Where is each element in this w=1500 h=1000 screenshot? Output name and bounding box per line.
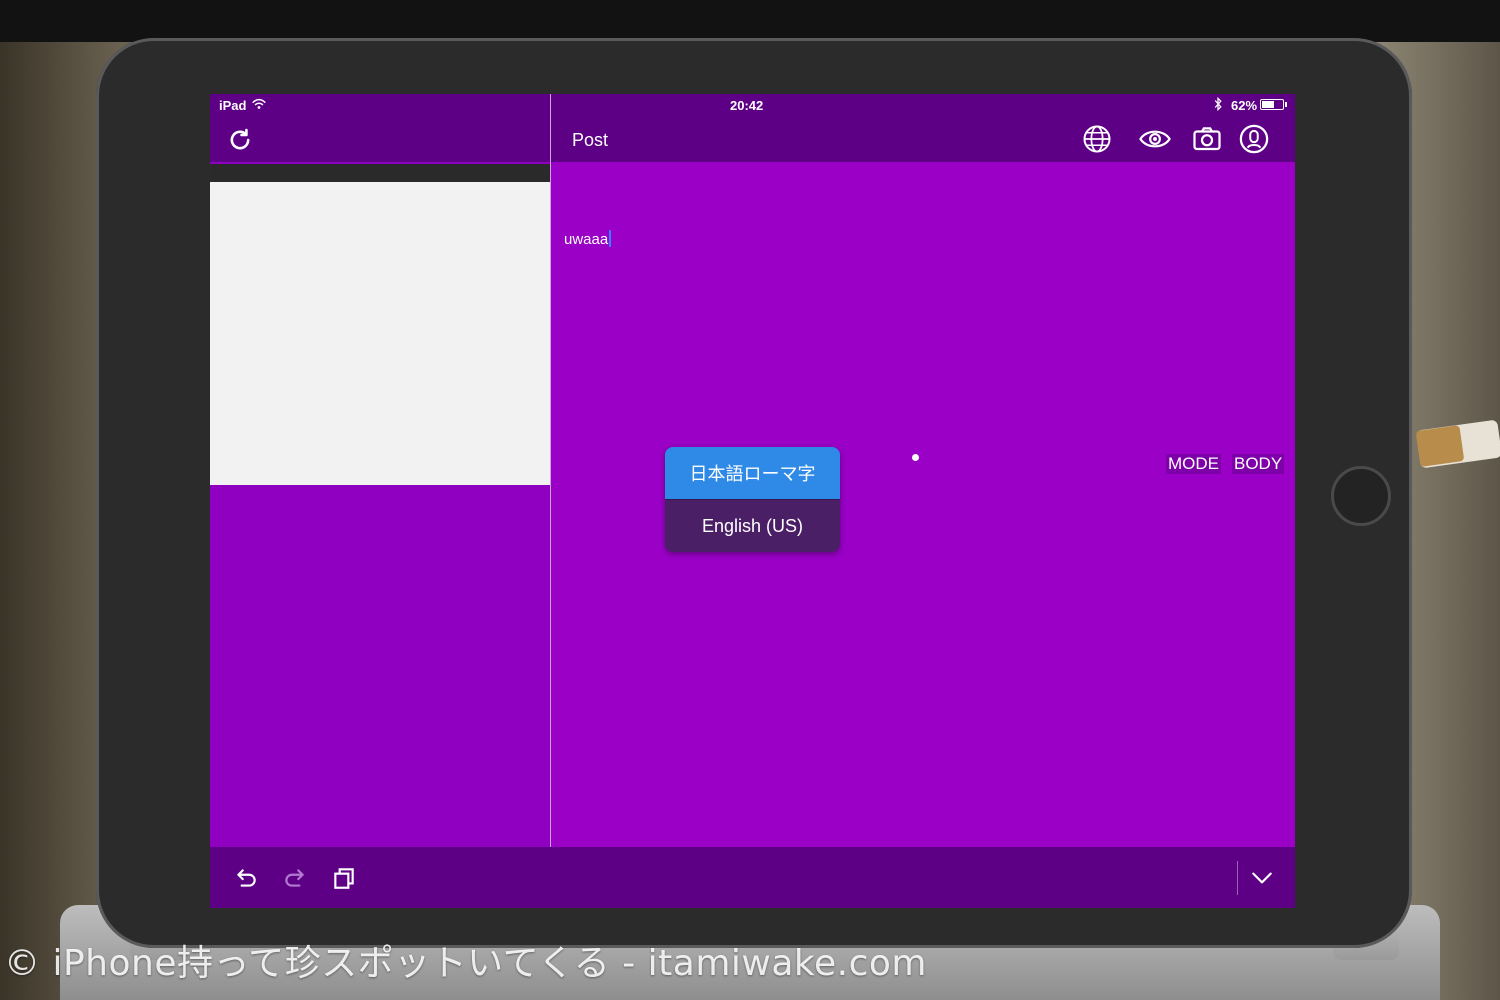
left-pane-preview[interactable]: [210, 182, 550, 485]
carrier-label: iPad: [219, 98, 247, 113]
battery-percentage: 62%: [1231, 98, 1258, 113]
indicator-dot: [912, 454, 919, 461]
copy-icon[interactable]: [330, 865, 358, 891]
chevron-down-icon[interactable]: [1248, 865, 1276, 891]
redo-icon[interactable]: [281, 865, 309, 891]
home-button[interactable]: [1331, 466, 1391, 526]
refresh-icon[interactable]: [226, 126, 254, 154]
undo-icon[interactable]: [232, 865, 260, 891]
clock: 20:42: [730, 98, 764, 113]
bluetooth-icon: [1214, 97, 1222, 111]
bottom-toolbar: [210, 847, 1295, 908]
globe-icon[interactable]: [1082, 124, 1112, 154]
status-bar: iPad 20:42 62%: [210, 94, 1295, 116]
language-switcher-popup: 日本語ローマ字 English (US): [665, 447, 840, 552]
camera-icon[interactable]: [1192, 124, 1222, 154]
left-pane-list: [210, 485, 550, 847]
page-title: Post: [572, 130, 609, 150]
eye-icon[interactable]: [1138, 124, 1172, 154]
monitor-bezel: [0, 0, 1500, 42]
text-caret: [609, 230, 612, 247]
editor-area[interactable]: uwaaa MODE BODY 日本語ローマ字 English (US): [551, 162, 1295, 847]
language-option-english-us[interactable]: English (US): [665, 499, 840, 552]
left-pane-strip: [210, 164, 550, 182]
battery-nub: [1285, 102, 1287, 107]
editor-text-value: uwaaa: [564, 231, 609, 248]
battery-fill: [1262, 101, 1274, 108]
toolbar-separator: [1237, 861, 1238, 895]
watermark: © iPhone持って珍スポットいてくる - itamiwake.com: [4, 943, 927, 984]
ipad-screen: Post uwaaa MODE BODY 日本語ローマ字 English (US…: [210, 94, 1295, 908]
battery-icon: [1260, 99, 1287, 110]
account-icon[interactable]: [1239, 124, 1269, 154]
cable-connector: [1415, 425, 1465, 467]
editor-text[interactable]: uwaaa: [564, 230, 612, 248]
language-option-japanese-romaji[interactable]: 日本語ローマ字: [665, 447, 840, 499]
body-label[interactable]: BODY: [1232, 454, 1285, 474]
mode-label[interactable]: MODE: [1166, 454, 1221, 474]
wifi-icon: [252, 98, 266, 109]
